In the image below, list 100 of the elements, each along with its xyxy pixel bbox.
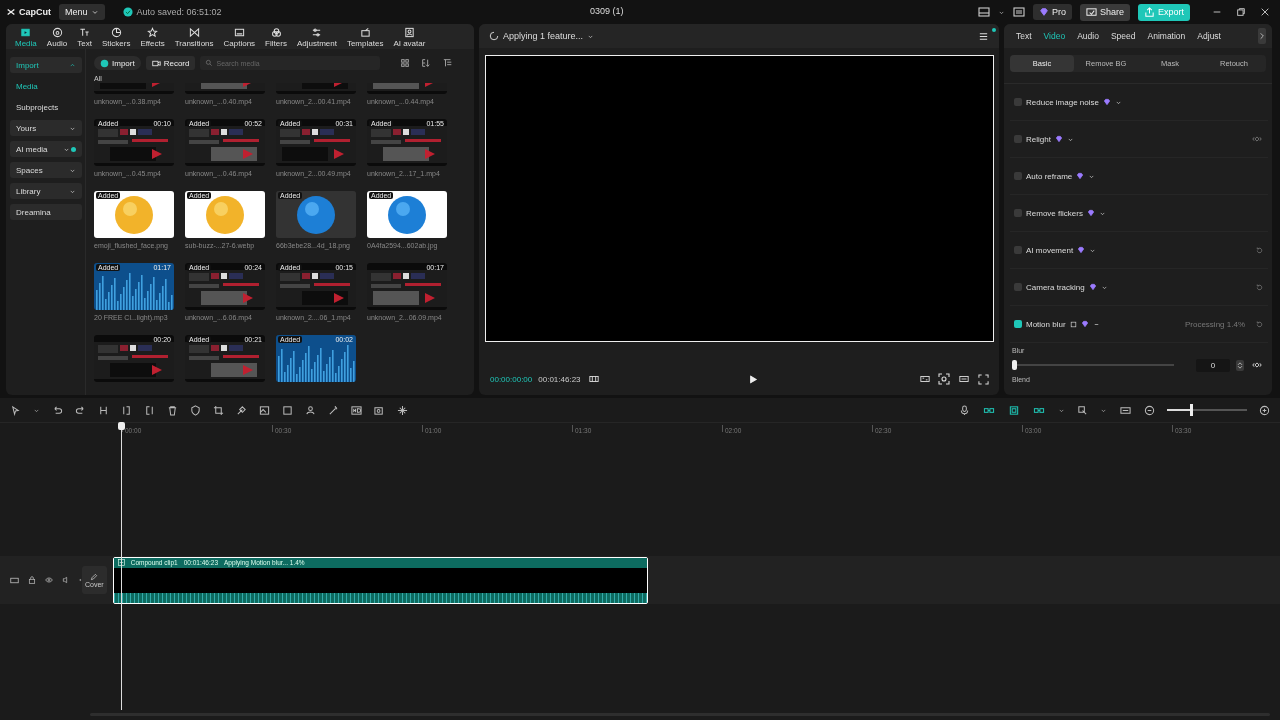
menu-icon[interactable] <box>978 30 989 42</box>
fullscreen-icon[interactable] <box>978 373 989 385</box>
record-button[interactable]: Record <box>145 56 196 70</box>
play-icon <box>20 27 32 38</box>
keyboard-icon[interactable] <box>1012 6 1025 18</box>
speaker-icon[interactable] <box>62 575 70 584</box>
person-icon[interactable] <box>305 404 316 416</box>
checkbox[interactable] <box>1014 209 1022 217</box>
checkbox[interactable] <box>1014 283 1022 291</box>
split-left-icon[interactable] <box>121 404 132 416</box>
pro-button[interactable]: Pro <box>1032 4 1072 20</box>
checkbox[interactable] <box>1014 98 1022 106</box>
toolbar-tab[interactable]: Media <box>10 27 42 47</box>
panel-tab[interactable]: Audio <box>1071 31 1105 41</box>
stepper-icon[interactable] <box>1236 359 1244 371</box>
chevron-right-icon[interactable] <box>1258 28 1266 44</box>
hd-icon[interactable] <box>351 404 362 416</box>
sparkle-icon[interactable] <box>397 404 408 416</box>
toolbar-tab[interactable]: Transitions <box>169 27 219 47</box>
checkbox[interactable] <box>1014 320 1022 328</box>
sidebar-group[interactable]: Library <box>10 183 82 199</box>
toolbar-tab[interactable]: AI avatar <box>388 27 431 47</box>
app-logo-text: CapCut <box>19 7 51 17</box>
panel-tab[interactable]: Video <box>1037 31 1072 41</box>
panel-tab[interactable]: Text <box>1010 31 1038 41</box>
avatar-icon <box>403 27 415 38</box>
track-icon[interactable] <box>10 575 19 585</box>
checkbox[interactable] <box>1014 135 1022 143</box>
checkbox[interactable] <box>1014 246 1022 254</box>
delete-icon[interactable] <box>167 404 178 416</box>
new-dot <box>71 146 76 152</box>
caret-icon <box>90 8 99 16</box>
shield-icon[interactable] <box>190 404 201 416</box>
keyframe-icon[interactable] <box>1250 360 1264 370</box>
playhead-handle[interactable] <box>118 422 125 430</box>
reset-icon[interactable] <box>1255 245 1264 255</box>
reset-icon[interactable] <box>1255 282 1264 292</box>
lock-icon[interactable] <box>28 575 36 584</box>
number-field[interactable]: 0 <box>1196 358 1230 372</box>
toolbar-tab[interactable]: Captions <box>218 27 261 47</box>
gem-icon <box>1086 209 1095 217</box>
crop-icon[interactable] <box>213 404 224 416</box>
cursor-icon[interactable] <box>10 404 21 416</box>
toolbar-tab[interactable]: Adjustment <box>291 27 342 47</box>
sidebar-item[interactable]: Dreamina <box>10 204 82 220</box>
panel-tab[interactable]: Animation <box>1141 31 1192 41</box>
panel-tab[interactable]: Adjust <box>1191 31 1227 41</box>
eye-icon[interactable] <box>45 575 53 584</box>
ratio-icon[interactable] <box>956 374 972 384</box>
toolbar-tab[interactable]: Templates <box>341 27 389 47</box>
restore-icon[interactable] <box>1236 7 1246 17</box>
screen-icon <box>1085 6 1097 18</box>
toolbar-tab[interactable]: Stickers <box>96 27 136 47</box>
toolbar-tab[interactable]: Audio <box>41 27 73 47</box>
sidebar-group[interactable]: Yours <box>10 120 82 136</box>
panel-tab[interactable]: Speed <box>1104 31 1142 41</box>
zoom-slider[interactable] <box>1167 404 1247 416</box>
toolbar-tab[interactable]: Effects <box>135 27 170 47</box>
sidebar-group[interactable]: AI media <box>10 141 82 157</box>
filter-icon[interactable] <box>442 58 454 68</box>
split-icon[interactable] <box>98 404 109 416</box>
focus-icon[interactable] <box>938 373 950 385</box>
grid-view-icon[interactable] <box>400 58 410 68</box>
microphone-icon[interactable] <box>959 404 970 416</box>
toolbar-tab[interactable]: Filters <box>260 27 292 47</box>
sidebar-group[interactable]: Spaces <box>10 162 82 178</box>
sort-icon[interactable] <box>420 58 432 68</box>
slider-thumb[interactable] <box>1012 360 1017 370</box>
checkbox[interactable] <box>1014 172 1022 180</box>
zoom-in-icon[interactable] <box>1259 404 1270 416</box>
reset-icon[interactable] <box>1255 319 1264 329</box>
caret-icon <box>69 61 76 69</box>
sliders-icon <box>311 27 323 38</box>
subtitle-icon[interactable] <box>1119 404 1132 416</box>
zoom-handle[interactable] <box>1190 404 1193 416</box>
square-icon[interactable] <box>282 404 293 416</box>
camera-icon[interactable] <box>374 404 385 416</box>
zoom-out-icon[interactable] <box>1144 404 1155 416</box>
sticker-icon <box>110 27 122 38</box>
share-button[interactable]: Share <box>1079 3 1130 21</box>
split-right-icon[interactable] <box>144 404 155 416</box>
redo-icon[interactable] <box>75 404 86 416</box>
import-button[interactable]: Import <box>94 56 141 70</box>
circles-icon <box>270 27 282 38</box>
sidebar-item[interactable]: Media <box>10 78 82 94</box>
sidebar-item[interactable]: Subprojects <box>10 99 82 115</box>
menu-button[interactable]: Menu <box>59 4 105 20</box>
undo-icon[interactable] <box>52 404 63 416</box>
grid-icon[interactable] <box>586 374 601 384</box>
gem-icon <box>1080 320 1089 328</box>
bowtie-icon <box>188 27 200 38</box>
wand-icon[interactable] <box>328 404 339 416</box>
toolbar-tab[interactable]: Text <box>72 27 97 47</box>
gem-icon <box>1077 246 1086 254</box>
gem-icon <box>1054 135 1063 143</box>
magnet-icon[interactable] <box>1008 404 1020 416</box>
sidebar-group[interactable]: Import <box>10 57 82 73</box>
image-icon[interactable] <box>259 404 270 416</box>
layout-icon[interactable] <box>977 6 990 18</box>
close-icon[interactable] <box>1260 7 1270 17</box>
